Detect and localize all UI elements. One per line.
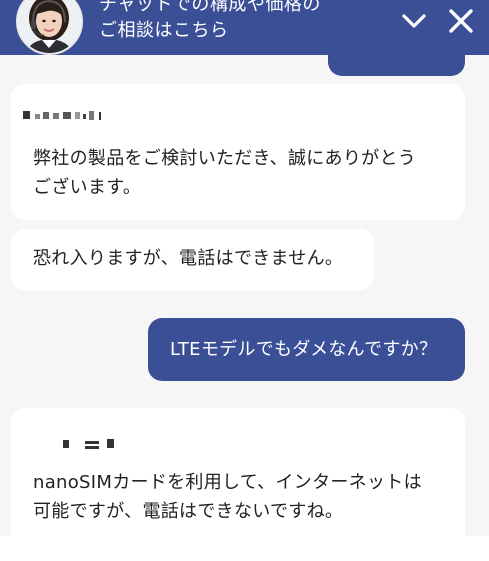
header-title-line-1: チャットでの構成や価格の bbox=[99, 0, 321, 15]
minimize-button[interactable] bbox=[400, 7, 428, 35]
message-text-line: nanoSIMカードを利用して、インターネットは bbox=[33, 472, 422, 493]
bot-message: 弊社の製品をご検討いただき、誠にありがとう ございます。 bbox=[11, 84, 465, 220]
close-button[interactable] bbox=[447, 7, 475, 35]
message-text-line: 可能ですが、電話はできないですね。 bbox=[33, 501, 344, 522]
sender-name-redacted bbox=[63, 438, 123, 452]
chat-widget: チャットでの構成や価格の ご相談はこちら 弊社の製品をご検討いただき、誠にありが… bbox=[0, 0, 489, 536]
user-message: LTEモデルでもダメなんですか？ bbox=[148, 318, 465, 381]
agent-avatar bbox=[16, 0, 83, 55]
message-text-line: 恐れ入りますが、電話はできません。 bbox=[33, 248, 344, 269]
header-title: チャットでの構成や価格の ご相談はこちら bbox=[99, 0, 379, 44]
chevron-down-icon bbox=[402, 14, 426, 28]
header-title-line-2: ご相談はこちら bbox=[99, 20, 229, 41]
close-icon bbox=[449, 9, 473, 33]
bot-message: nanoSIMカードを利用して、インターネットは 可能ですが、電話はできないです… bbox=[11, 408, 465, 536]
bot-message: 恐れ入りますが、電話はできません。 bbox=[11, 229, 374, 290]
message-text-line: LTEモデルでもダメなんですか？ bbox=[170, 339, 438, 360]
sender-name-redacted bbox=[23, 109, 103, 123]
chat-header: チャットでの構成や価格の ご相談はこちら bbox=[0, 0, 489, 55]
message-text-line: 弊社の製品をご検討いただき、誠にありがとう bbox=[33, 148, 417, 169]
message-text-line: ございます。 bbox=[33, 177, 141, 198]
